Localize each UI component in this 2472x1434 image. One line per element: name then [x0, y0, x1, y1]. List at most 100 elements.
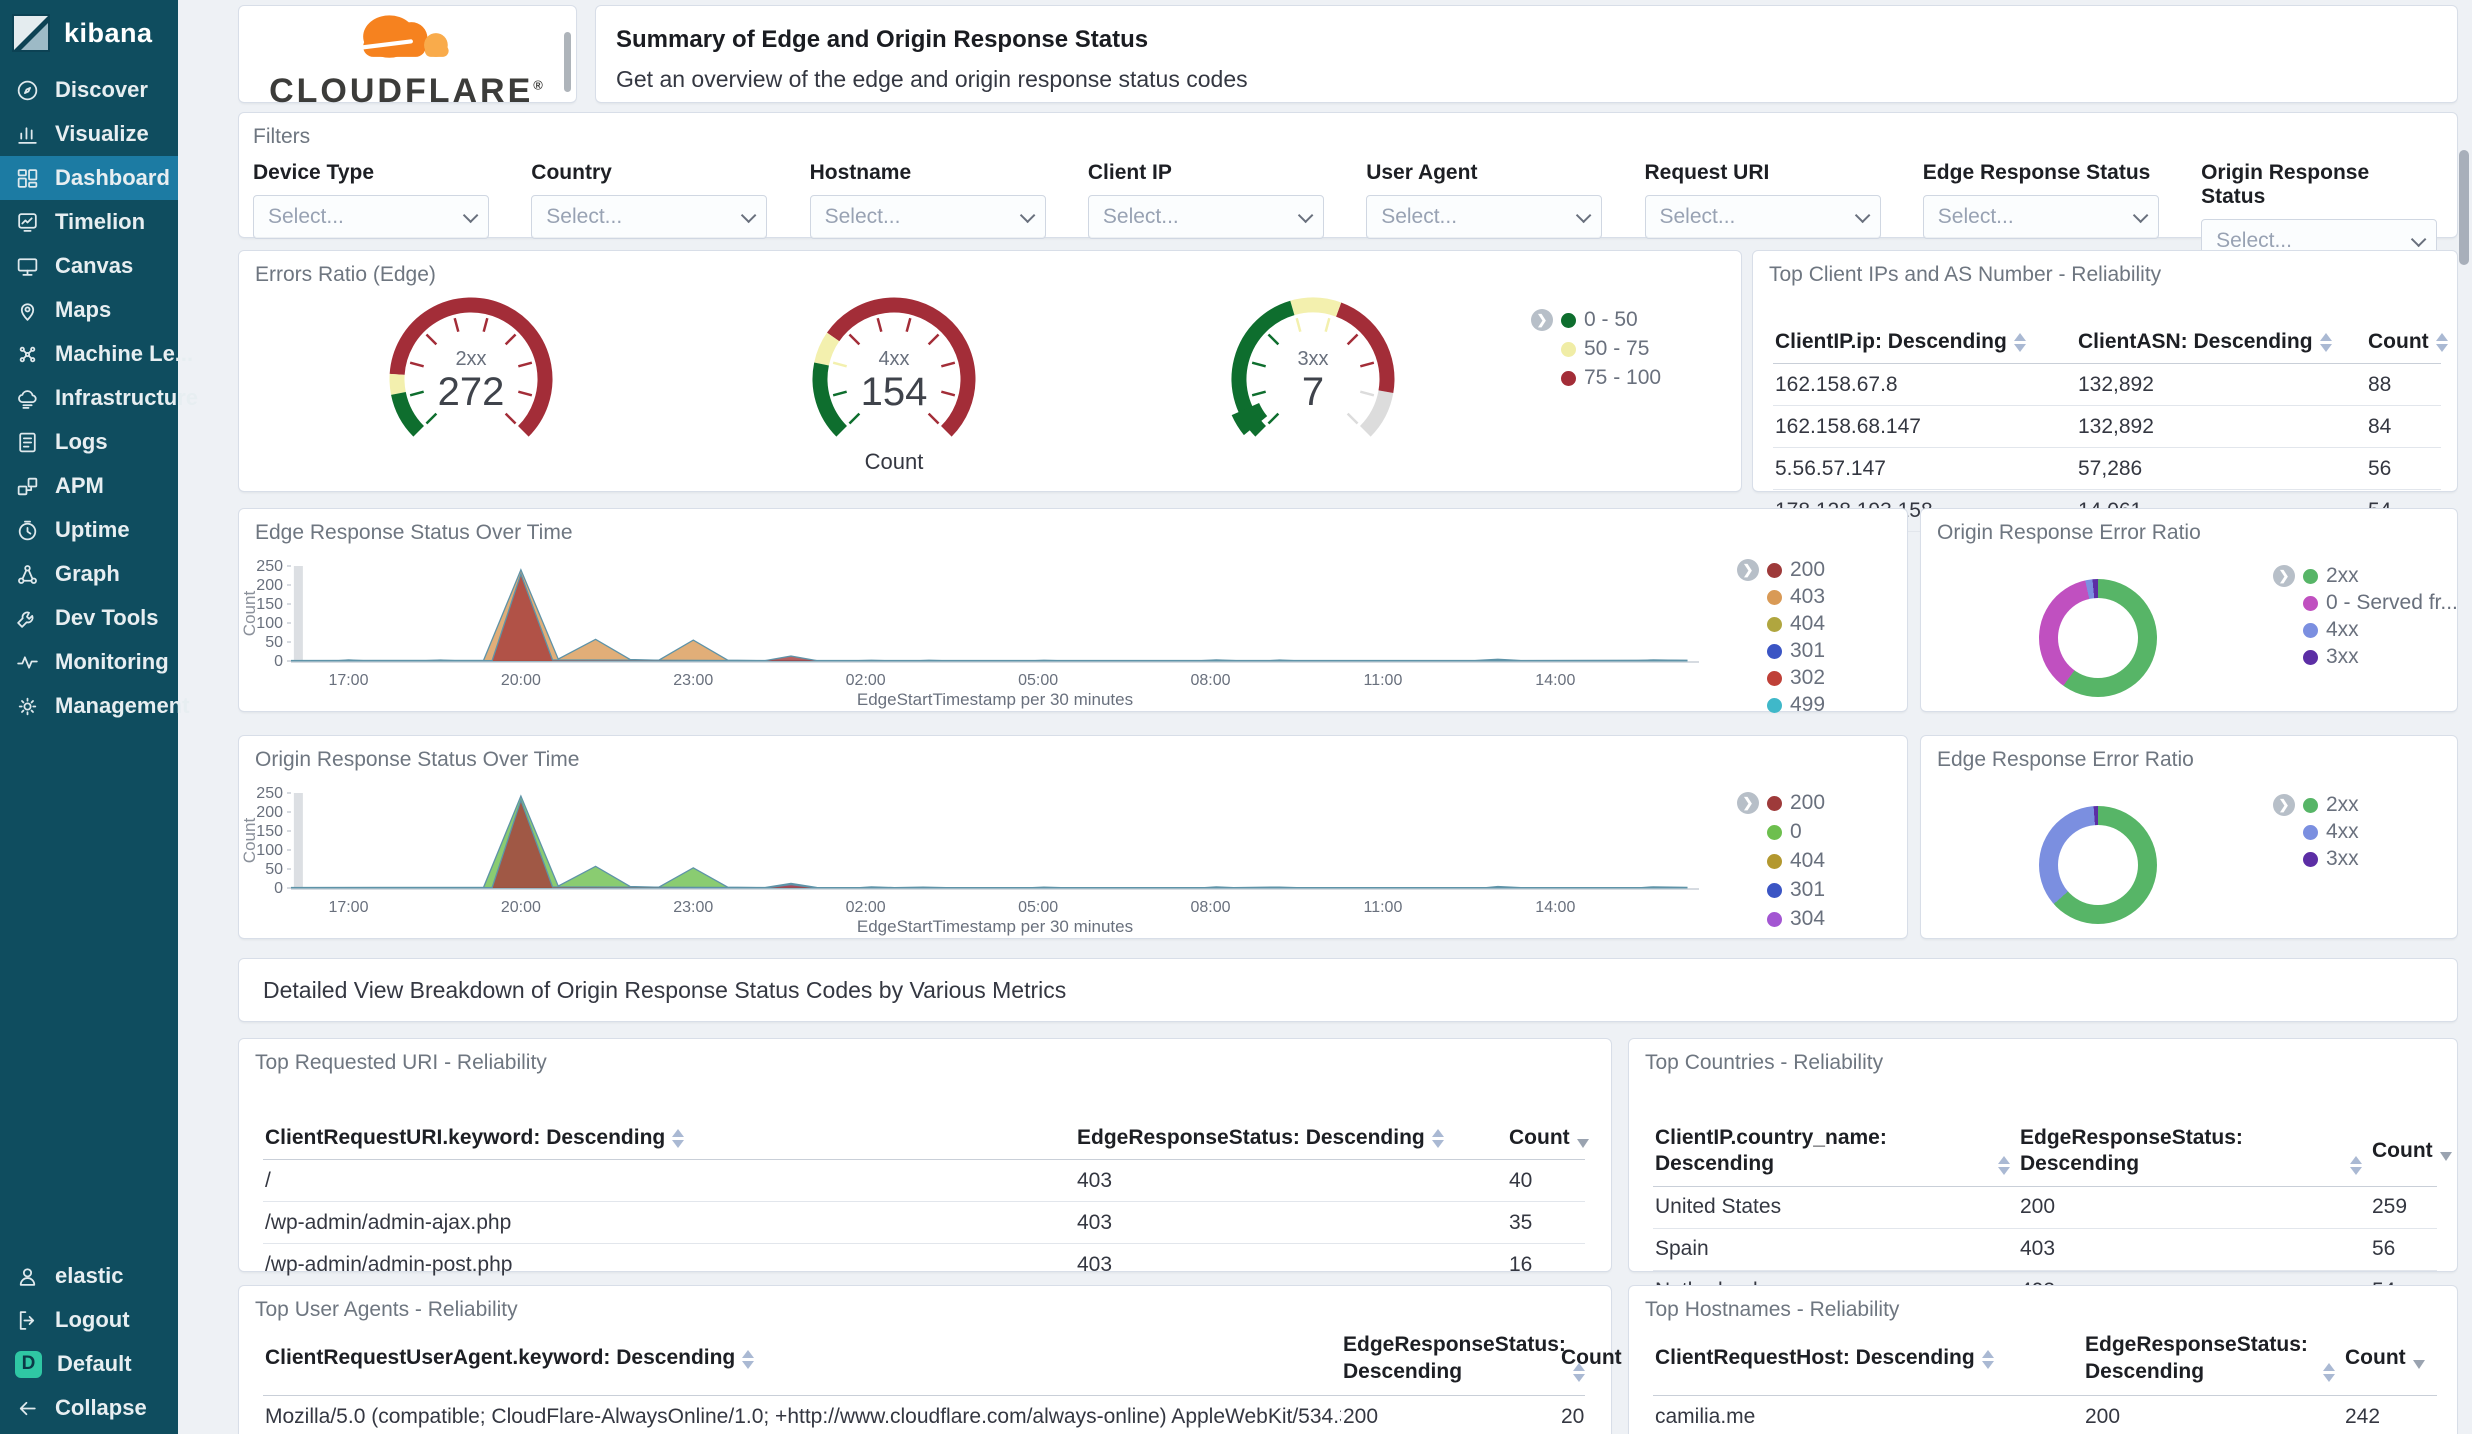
- legend-item-301[interactable]: 301: [1737, 878, 1826, 901]
- select-placeholder: Select...: [546, 205, 623, 228]
- errors-ratio-edge-panel: Errors Ratio (Edge) 2xx 272 4xx 154 3xx 7 Cou…: [238, 250, 1742, 492]
- sidebar-item-label: Dev Tools: [55, 605, 159, 630]
- legend-color-dot: [2303, 595, 2318, 611]
- filter-select-user-agent[interactable]: Select...: [1366, 195, 1603, 239]
- column-header[interactable]: ClientRequestHost: Descending: [1653, 1339, 2083, 1379]
- legend-toggle-icon[interactable]: ❯: [1737, 792, 1759, 814]
- svg-text:14:00: 14:00: [1535, 899, 1575, 916]
- column-header[interactable]: Count: [1507, 1119, 1597, 1159]
- sidebar-item-canvas[interactable]: Canvas: [0, 244, 178, 288]
- legend-item-0[interactable]: 0: [1737, 820, 1825, 843]
- uptime-icon: [15, 518, 40, 543]
- sidebar-item-dev-tools[interactable]: Dev Tools: [0, 596, 178, 640]
- legend-item-0-50[interactable]: ❯ 0 - 50: [1531, 308, 1661, 331]
- cell: 200: [2085, 1404, 2121, 1428]
- sidebar-item-label: APM: [55, 473, 104, 498]
- column-header[interactable]: EdgeResponseStatus: Descending: [2083, 1326, 2343, 1393]
- sidebar-item-machine-le[interactable]: Machine Le...: [0, 332, 193, 376]
- banner-text: Detailed View Breakdown of Origin Respon…: [263, 976, 1067, 1003]
- cell: 403: [1077, 1168, 1113, 1192]
- legend-item-50-75[interactable]: 50 - 75: [1531, 337, 1661, 360]
- legend-toggle-icon[interactable]: ❯: [2273, 565, 2295, 587]
- legend-item-403[interactable]: 403: [1737, 585, 1825, 608]
- legend-color-dot: [1767, 670, 1782, 686]
- legend-toggle-icon[interactable]: ❯: [1531, 309, 1553, 331]
- column-header[interactable]: ClientIP.country_name: Descending: [1653, 1119, 2018, 1186]
- column-header[interactable]: EdgeResponseStatus: Descending: [1075, 1119, 1507, 1159]
- filter-select-hostname[interactable]: Select...: [809, 195, 1046, 239]
- filter-select-client-ip[interactable]: Select...: [1087, 195, 1324, 239]
- legend-item-3xx[interactable]: 3xx: [2273, 847, 2359, 870]
- legend-item-4xx[interactable]: 4xx: [2273, 618, 2458, 641]
- legend-item-2xx[interactable]: ❯ 2xx: [2273, 793, 2359, 816]
- sidebar-item-label: Visualize: [55, 121, 149, 146]
- legend-item-200[interactable]: ❯ 200: [1737, 558, 1825, 581]
- sidebar-item-visualize[interactable]: Visualize: [0, 112, 178, 156]
- legend-toggle-icon[interactable]: ❯: [2273, 794, 2295, 816]
- table-row: / 403 40: [263, 1160, 1585, 1203]
- sidebar-item-timelion[interactable]: Timelion: [0, 200, 178, 244]
- sidebar-item-collapse[interactable]: Collapse: [0, 1386, 178, 1430]
- column-header[interactable]: EdgeResponseStatus: Descending: [1341, 1326, 1585, 1393]
- sidebar-item-management[interactable]: Management: [0, 684, 189, 728]
- filter-select-country[interactable]: Select...: [531, 195, 768, 239]
- column-header[interactable]: ClientRequestURI.keyword: Descending: [263, 1119, 1075, 1159]
- cell: 162.158.67.8: [1775, 372, 1898, 396]
- legend-color-dot: [1767, 795, 1782, 811]
- infrastructure-icon: [15, 386, 40, 411]
- column-header[interactable]: Count: [2370, 1132, 2460, 1172]
- filter-select-request-uri[interactable]: Select...: [1644, 195, 1881, 239]
- legend-item-75-100[interactable]: 75 - 100: [1531, 366, 1661, 389]
- legend-label: 301: [1790, 878, 1826, 901]
- sidebar-item-elastic[interactable]: elastic: [0, 1254, 178, 1298]
- sidebar-item-graph[interactable]: Graph: [0, 552, 178, 596]
- kibana-logo[interactable]: kibana: [0, 0, 178, 68]
- sidebar-item-discover[interactable]: Discover: [0, 68, 178, 112]
- page-scrollbar-thumb[interactable]: [2459, 150, 2469, 265]
- table-row: Spain 403 56: [1653, 1229, 2437, 1271]
- sidebar-item-logout[interactable]: Logout: [0, 1298, 178, 1342]
- sidebar-item-label: Management: [55, 693, 190, 718]
- svg-text:0: 0: [274, 880, 283, 897]
- sidebar-item-dashboard[interactable]: Dashboard: [0, 156, 178, 200]
- cell: 162.158.68.147: [1775, 414, 1921, 438]
- filter-select-device-type[interactable]: Select...: [253, 195, 489, 239]
- legend-item-301[interactable]: 301: [1737, 639, 1825, 662]
- column-header[interactable]: EdgeResponseStatus: Descending: [2018, 1119, 2370, 1186]
- cell: 16: [1509, 1252, 1533, 1276]
- svg-text:100: 100: [256, 615, 283, 632]
- sidebar-item-monitoring[interactable]: Monitoring: [0, 640, 178, 684]
- legend-item-200[interactable]: ❯ 200: [1737, 791, 1825, 814]
- sidebar-item-uptime[interactable]: Uptime: [0, 508, 178, 552]
- legend-color-dot: [1767, 616, 1782, 632]
- legend-item-0-Served-fr-[interactable]: 0 - Served fr...: [2273, 591, 2458, 614]
- cloudflare-wordmark: CLOUDFLARE®: [269, 71, 546, 110]
- sidebar-item-infrastructure[interactable]: Infrastructure: [0, 376, 198, 420]
- sidebar-footer: elastic Logout D Default Collapse: [0, 1254, 178, 1430]
- legend-item-4xx[interactable]: 4xx: [2273, 820, 2359, 843]
- column-header[interactable]: ClientRequestUserAgent.keyword: Descendi…: [263, 1339, 1341, 1379]
- svg-text:23:00: 23:00: [673, 672, 713, 689]
- sidebar-item-maps[interactable]: Maps: [0, 288, 178, 332]
- sidebar-item-apm[interactable]: APM: [0, 464, 178, 508]
- legend-item-2xx[interactable]: ❯ 2xx: [2273, 564, 2458, 587]
- column-header[interactable]: Count: [2366, 323, 2456, 363]
- legend-item-3xx[interactable]: 3xx: [2273, 645, 2458, 668]
- legend-toggle-icon[interactable]: ❯: [1737, 559, 1759, 581]
- filter-select-edge-response-status[interactable]: Select...: [1922, 195, 2159, 239]
- legend-item-302[interactable]: 302: [1737, 666, 1825, 689]
- column-header[interactable]: ClientIP.ip: Descending: [1773, 323, 2076, 363]
- markdown-panel-scrollbar[interactable]: [564, 32, 571, 92]
- legend-item-499[interactable]: 499: [1737, 693, 1825, 716]
- sidebar-item-logs[interactable]: Logs: [0, 420, 178, 464]
- sort-icon: [1998, 1155, 2010, 1175]
- sidebar-item-label: Logs: [55, 429, 108, 454]
- legend-item-404[interactable]: 404: [1737, 612, 1825, 635]
- column-header[interactable]: Count: [2343, 1339, 2437, 1379]
- column-header[interactable]: ClientASN: Descending: [2076, 323, 2366, 363]
- legend-item-404[interactable]: 404: [1737, 849, 1825, 872]
- legend-item-304[interactable]: 304: [1737, 907, 1825, 930]
- sidebar-item-default[interactable]: D Default: [0, 1342, 178, 1386]
- legend-label: 0 - 50: [1584, 308, 1638, 331]
- svg-text:Count: Count: [240, 818, 259, 864]
